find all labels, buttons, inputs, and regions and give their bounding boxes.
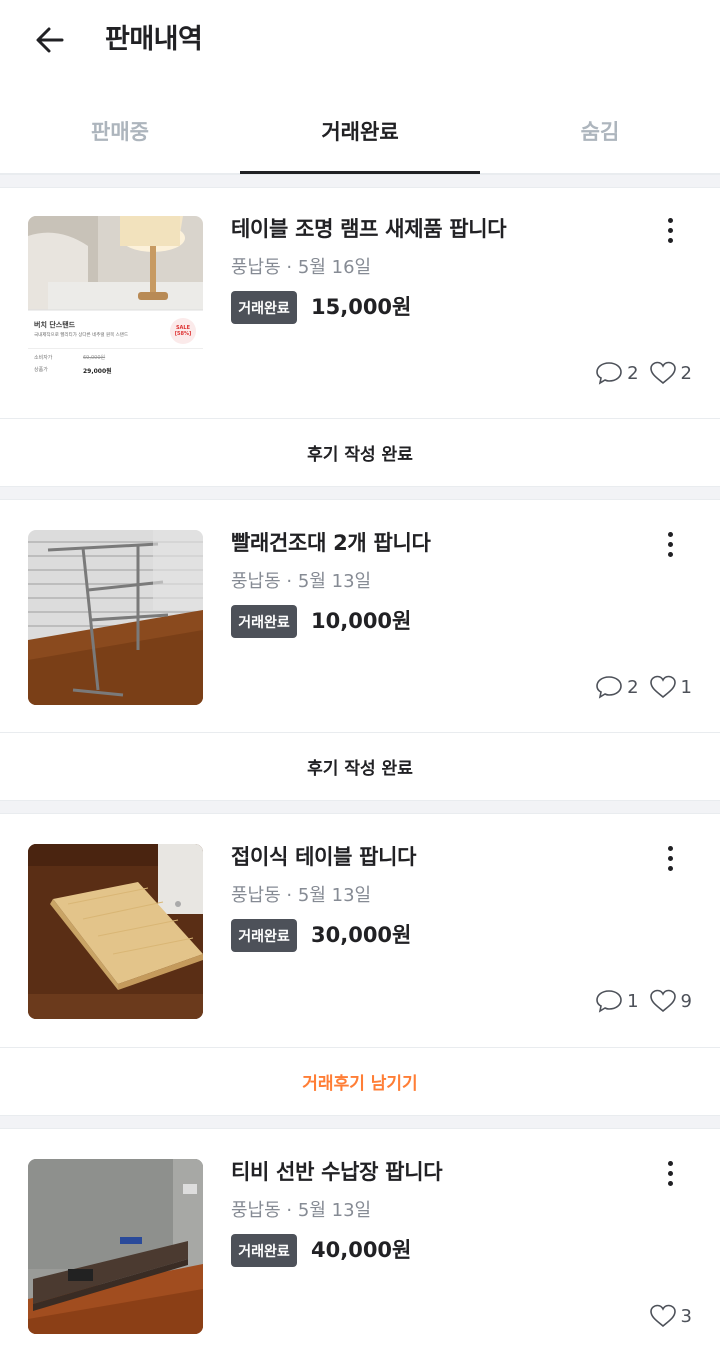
- review-done-button[interactable]: 후기 작성 완료: [0, 418, 720, 486]
- status-badge: 거래완료: [231, 291, 297, 324]
- tab-hidden[interactable]: 숨김: [480, 88, 720, 173]
- tv-shelf-photo: [28, 1159, 203, 1334]
- list-item[interactable]: 티비 선반 수납장 팝니다 풍납동 · 5월 13일 거래완료 40,000원 …: [0, 1131, 720, 1359]
- thumb-sale-label: 상품가: [34, 367, 48, 373]
- item-price: 30,000원: [311, 923, 412, 947]
- comment-count: 2: [627, 362, 639, 384]
- status-badge: 거래완료: [231, 919, 297, 952]
- page-title: 판매내역: [105, 24, 203, 55]
- product-thumbnail[interactable]: [28, 844, 203, 1019]
- section-divider: [0, 800, 720, 814]
- item-meta: 풍납동 · 5월 16일: [231, 257, 372, 278]
- like-count: 3: [680, 1305, 692, 1327]
- list-item[interactable]: 빨래건조대 2개 팝니다 풍납동 · 5월 13일 거래완료 10,000원 2…: [0, 502, 720, 734]
- item-stats: 1 9: [595, 988, 692, 1014]
- item-title[interactable]: 접이식 테이블 팝니다: [231, 840, 417, 874]
- item-meta: 풍납동 · 5월 13일: [231, 571, 372, 592]
- lamp-photo: [28, 216, 203, 311]
- more-options-button[interactable]: [650, 838, 690, 878]
- comment-count: 1: [627, 990, 639, 1012]
- heart-icon: [649, 675, 676, 699]
- section-divider: [0, 486, 720, 500]
- product-thumbnail[interactable]: [28, 530, 203, 705]
- thumb-product-desc: 국내제작으로 헬리티가 상다른 네추럴 원목 스탠드: [34, 333, 129, 338]
- status-badge: 거래완료: [231, 1234, 297, 1267]
- item-price: 40,000원: [311, 1238, 412, 1262]
- like-count: 2: [680, 362, 692, 384]
- heart-icon: [649, 1304, 676, 1328]
- more-options-button[interactable]: [650, 524, 690, 564]
- heart-icon: [649, 989, 676, 1013]
- comment-count: 2: [627, 676, 639, 698]
- folding-table-photo: [28, 844, 203, 1019]
- heart-icon: [649, 361, 676, 385]
- back-button[interactable]: [28, 18, 72, 62]
- item-stats: 3: [649, 1303, 692, 1329]
- item-title[interactable]: 테이블 조명 램프 새제품 팝니다: [231, 212, 507, 246]
- tab-selling[interactable]: 판매중: [0, 88, 240, 173]
- more-options-button[interactable]: [650, 210, 690, 250]
- more-options-button[interactable]: [650, 1153, 690, 1193]
- tab-bar: 판매중 거래완료 숨김: [0, 88, 720, 174]
- app-header: 판매내역: [0, 0, 720, 80]
- status-badge: 거래완료: [231, 605, 297, 638]
- product-thumbnail[interactable]: [28, 1159, 203, 1334]
- product-thumbnail[interactable]: 버치 단스탠드 국내제작으로 헬리티가 상다른 네추럴 원목 스탠드 SALE …: [28, 216, 203, 391]
- section-divider: [0, 174, 720, 188]
- list-item[interactable]: 버치 단스탠드 국내제작으로 헬리티가 상다른 네추럴 원목 스탠드 SALE …: [0, 188, 720, 420]
- drying-rack-photo: [28, 530, 203, 705]
- item-price: 10,000원: [311, 609, 412, 633]
- thumb-product-name: 버치 단스탠드: [34, 321, 76, 329]
- list-item[interactable]: 접이식 테이블 팝니다 풍납동 · 5월 13일 거래완료 30,000원 1 …: [0, 816, 720, 1048]
- section-divider: [0, 1115, 720, 1129]
- sale-badge: SALE [58%]: [170, 318, 196, 344]
- item-stats: 2 2: [595, 360, 692, 386]
- item-stats: 2 1: [595, 674, 692, 700]
- tab-completed[interactable]: 거래완료: [240, 88, 480, 174]
- like-count: 1: [680, 676, 692, 698]
- thumb-sale-price: 29,000원: [83, 368, 112, 375]
- thumb-consumer-price: 69,000원: [83, 355, 106, 361]
- arrow-left-icon: [36, 27, 64, 53]
- chat-icon: [596, 362, 622, 385]
- thumb-consumer-label: 소비자가: [34, 355, 53, 361]
- item-title[interactable]: 티비 선반 수납장 팝니다: [231, 1155, 443, 1189]
- item-meta: 풍납동 · 5월 13일: [231, 885, 372, 906]
- item-title[interactable]: 빨래건조대 2개 팝니다: [231, 526, 431, 560]
- like-count: 9: [680, 990, 692, 1012]
- chat-icon: [596, 676, 622, 699]
- item-price: 15,000원: [311, 295, 412, 319]
- item-meta: 풍납동 · 5월 13일: [231, 1200, 372, 1221]
- write-review-button[interactable]: 거래후기 남기기: [0, 1047, 720, 1115]
- chat-icon: [596, 990, 622, 1013]
- review-done-button[interactable]: 후기 작성 완료: [0, 732, 720, 800]
